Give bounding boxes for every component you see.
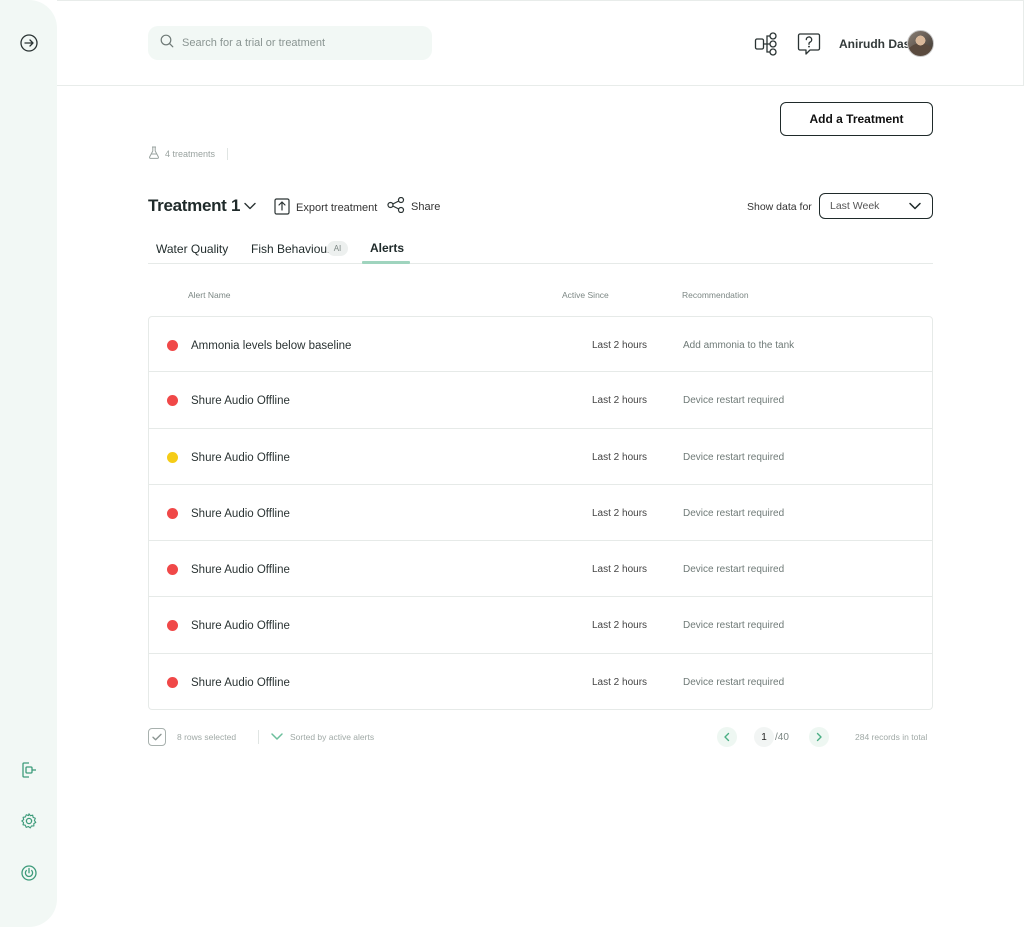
treatments-count: 4 treatments [148,146,229,161]
current-page[interactable]: 1 [754,727,774,747]
active-since: Last 2 hours [592,395,648,407]
treatment-title: Treatment 1 [148,196,241,215]
expand-arrow-icon[interactable] [18,32,40,54]
alerts-table: Ammonia levels below baseline Last 2 hou… [148,316,933,711]
search-box[interactable] [148,26,432,60]
search-input[interactable] [182,37,412,49]
user-name[interactable]: Anirudh Das [839,37,910,51]
help-chat-icon[interactable] [796,31,822,57]
divider [227,147,229,160]
alert-name: Shure Audio Offline [191,451,290,464]
column-header-active-since[interactable]: Active Since [562,290,609,300]
rows-selected-label: 8 rows selected [177,732,237,742]
export-label: Export treatment [296,201,378,214]
records-total: 284 records in total [855,732,928,742]
chevron-down-icon [909,202,921,210]
severity-dot [167,451,178,463]
chevron-down-icon[interactable] [243,199,257,218]
date-range-value: Last Week [830,200,880,212]
recommendation: Device restart required [683,620,785,632]
severity-dot [167,620,178,632]
table-row[interactable]: Shure Audio Offline Last 2 hours Device … [148,541,933,598]
select-all-checkbox[interactable] [148,728,166,746]
tab-water-quality[interactable]: Water Quality [156,242,228,256]
workflow-nodes-icon[interactable] [754,31,780,57]
active-since: Last 2 hours [592,340,648,351]
severity-dot [167,676,178,688]
share-icon [387,196,405,216]
table-row[interactable]: Shure Audio Offline Last 2 hours Device … [148,484,933,542]
active-since: Last 2 hours [592,451,648,463]
severity-dot [167,564,178,576]
recommendation: Device restart required [683,564,785,576]
avatar[interactable] [907,30,934,57]
table-row[interactable]: Shure Audio Offline Last 2 hours Device … [148,597,933,654]
table-row[interactable]: Shure Audio Offline Last 2 hours Device … [148,428,933,485]
show-data-label: Show data for [747,201,812,213]
table-row[interactable]: Shure Audio Offline Last 2 hours Device … [148,653,933,711]
previous-page-button[interactable] [717,727,737,747]
alert-name: Ammonia levels below baseline [191,340,352,352]
severity-dot [167,395,178,407]
column-header-recommendation[interactable]: Recommendation [682,290,749,300]
checkmark-icon [152,733,162,741]
share-button[interactable]: Share [387,196,441,216]
active-since: Last 2 hours [592,620,648,632]
recommendation: Device restart required [683,676,785,688]
active-since: Last 2 hours [592,564,648,576]
severity-dot [167,507,178,519]
alert-name: Shure Audio Offline [191,564,290,577]
search-icon [160,34,174,53]
tab-alerts[interactable]: Alerts [370,241,404,255]
date-range-select[interactable]: Last Week [819,193,933,219]
recommendation: Device restart required [683,395,785,407]
table-footer: 8 rows selected Sorted by active alerts … [0,726,1024,748]
alert-name: Shure Audio Offline [191,676,290,689]
recommendation: Device restart required [683,507,785,519]
export-icon [274,197,290,218]
ai-badge: AI [327,241,348,256]
alert-name: Shure Audio Offline [191,395,290,408]
recommendation: Add ammonia to the tank [683,340,795,351]
active-tab-indicator [362,261,410,264]
table-row[interactable]: Shure Audio Offline Last 2 hours Device … [148,372,933,429]
flask-icon [148,146,160,161]
sidebar [0,0,57,927]
share-label: Share [411,200,441,213]
add-treatment-button[interactable]: Add a Treatment [780,102,933,136]
column-header-alert-name[interactable]: Alert Name [188,290,231,300]
alert-name: Shure Audio Offline [191,507,290,520]
chevron-right-icon [816,732,822,742]
top-bar: Anirudh Das [57,0,1024,86]
divider [258,730,259,744]
export-treatment-button[interactable]: Export treatment [274,197,377,218]
table-row[interactable]: Ammonia levels below baseline Last 2 hou… [148,316,933,373]
settings-gear-icon[interactable] [18,810,40,832]
alert-name: Shure Audio Offline [191,620,290,633]
tab-bar: Water Quality Fish Behaviour AI Alerts [148,236,933,264]
total-pages: /40 [775,732,789,743]
treatments-count-label: 4 treatments [165,148,216,159]
logout-icon[interactable] [18,759,40,781]
sort-label[interactable]: Sorted by active alerts [290,732,374,742]
active-since: Last 2 hours [592,507,648,519]
tab-fish-behaviour[interactable]: Fish Behaviour [251,242,331,256]
next-page-button[interactable] [809,727,829,747]
chevron-left-icon [724,732,730,742]
sort-chevron-icon[interactable] [270,730,284,748]
recommendation: Device restart required [683,451,785,463]
severity-dot [167,340,178,351]
active-since: Last 2 hours [592,676,648,688]
power-icon[interactable] [18,862,40,884]
